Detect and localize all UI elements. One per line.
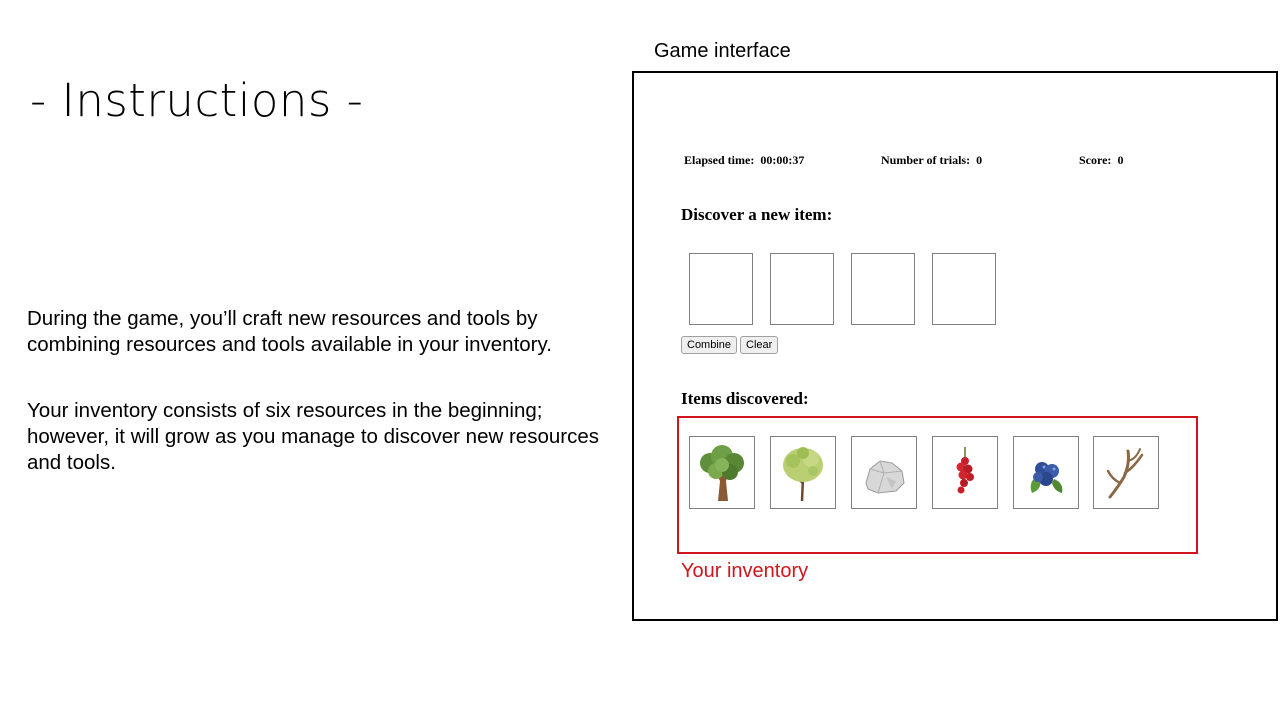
young-tree-icon [783, 446, 823, 501]
inventory-item-young-tree[interactable] [770, 436, 836, 509]
elapsed-time: Elapsed time: 00:00:37 [684, 153, 804, 168]
inventory-item-antler[interactable] [1093, 436, 1159, 509]
discover-heading: Discover a new item: [681, 205, 833, 224]
score: Score: 0 [1079, 153, 1123, 168]
clear-button[interactable]: Clear [740, 336, 779, 354]
instruction-paragraph-1: During the game, you’ll craft new resour… [27, 307, 552, 356]
inventory-item-oak-tree[interactable] [689, 436, 755, 509]
rock-icon [865, 459, 905, 494]
crafting-slot-1[interactable] [689, 253, 753, 325]
trials-count: Number of trials: 0 [881, 153, 982, 168]
red-berries-icon [956, 446, 974, 493]
crafting-slot-3[interactable] [851, 253, 915, 325]
instruction-paragraph-2: Your inventory consists of six resources… [27, 399, 599, 474]
elapsed-time-value: 00:00:37 [760, 153, 805, 167]
inventory-item-rock[interactable] [851, 436, 917, 509]
panel-caption: Game interface [654, 40, 791, 62]
antler-icon [1106, 447, 1144, 498]
items-discovered-heading: Items discovered: [681, 389, 809, 408]
trials-value: 0 [976, 153, 983, 167]
inventory-item-red-berries[interactable] [932, 436, 998, 509]
score-value: 0 [1117, 153, 1124, 167]
inventory-label: Your inventory [681, 560, 809, 582]
crafting-slot-2[interactable] [770, 253, 834, 325]
oak-tree-icon [700, 444, 744, 501]
slide-title: - Instructions - [30, 74, 364, 127]
combine-button[interactable]: Combine [681, 336, 738, 354]
score-label: Score: [1079, 153, 1112, 167]
blueberries-icon [1030, 461, 1063, 493]
elapsed-time-label: Elapsed time: [684, 153, 755, 167]
crafting-slot-4[interactable] [932, 253, 996, 325]
trials-label: Number of trials: [881, 153, 971, 167]
inventory-item-blueberries[interactable] [1013, 436, 1079, 509]
